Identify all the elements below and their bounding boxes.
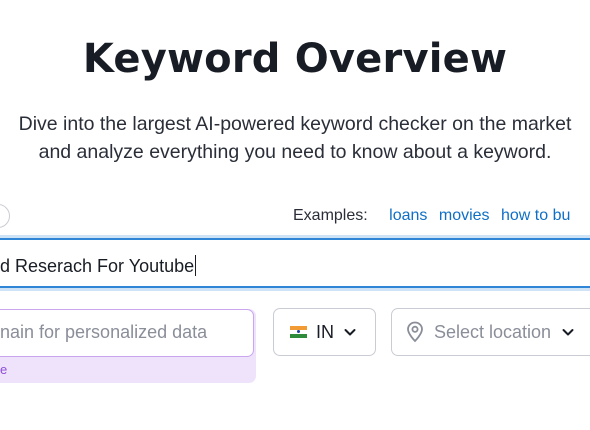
examples-label: Examples: [293, 207, 368, 224]
page-subtitle: Dive into the largest AI-powered keyword… [0, 110, 590, 166]
country-code: IN [316, 321, 334, 342]
subtitle-line-1: Dive into the largest AI-powered keyword… [18, 113, 572, 135]
example-link-movies[interactable]: movies [439, 207, 490, 224]
domain-input-note: e [0, 362, 8, 377]
page-title: Keyword Overview [82, 36, 508, 82]
keyword-input-value[interactable]: d Reserach For Youtube [0, 255, 197, 277]
location-placeholder: Select location [434, 321, 552, 342]
example-link-how-to[interactable]: how to bu [501, 207, 570, 224]
text-caret [195, 255, 197, 276]
chevron-down-icon [344, 329, 356, 336]
examples-row: Examples: loans movies how to bu [293, 207, 577, 225]
location-pin-icon [407, 321, 423, 343]
country-select[interactable]: IN [273, 308, 376, 356]
location-select[interactable]: Select location [391, 308, 590, 356]
subtitle-line-2: and analyze everything you need to know … [38, 141, 552, 163]
toggle-switch[interactable] [0, 204, 10, 228]
domain-input-placeholder[interactable]: nain for personalized data [0, 322, 207, 343]
india-flag-icon [290, 326, 307, 338]
example-link-loans[interactable]: loans [389, 207, 427, 224]
chevron-down-icon [562, 329, 574, 336]
